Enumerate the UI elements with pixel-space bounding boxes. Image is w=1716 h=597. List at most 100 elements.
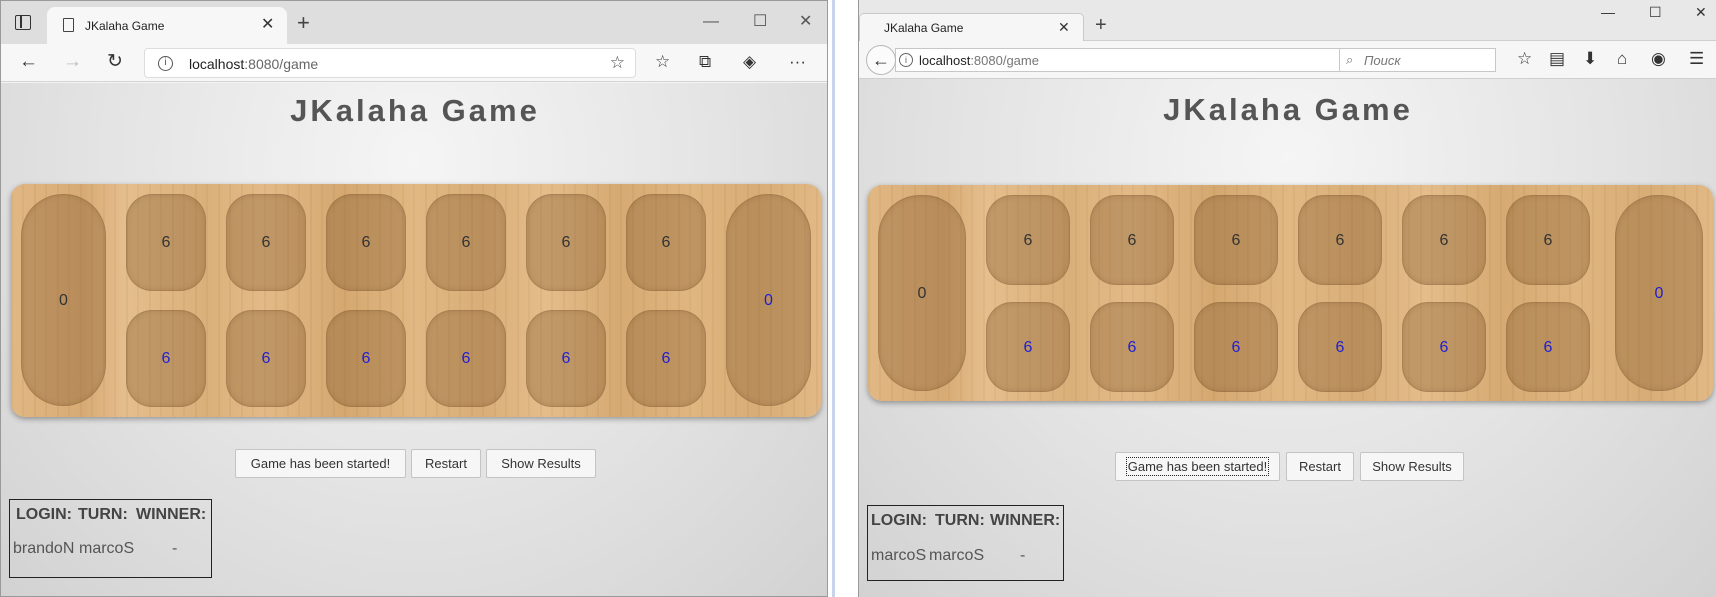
pit-count: 6: [1543, 232, 1553, 249]
info-icon[interactable]: i: [899, 53, 913, 67]
page-icon: [63, 18, 74, 32]
pit-count: 6: [1439, 232, 1449, 249]
winner-header: WINNER:: [990, 512, 1061, 529]
reading-list-icon[interactable]: ▤: [1549, 49, 1565, 69]
pit-count: 6: [561, 234, 571, 251]
minimize-icon[interactable]: —: [1601, 4, 1615, 20]
top-pit[interactable]: 6: [626, 194, 706, 291]
maximize-icon[interactable]: ☐: [753, 13, 767, 31]
top-pit[interactable]: 6: [1402, 195, 1486, 285]
player-info-table: LOGIN: TURN: WINNER: marcoS marcoS -: [867, 505, 1064, 581]
top-pit[interactable]: 6: [1506, 195, 1590, 285]
bottom-pit[interactable]: 6: [1194, 302, 1278, 392]
pit-count: 6: [361, 350, 371, 367]
tab-title: JKalaha Game: [85, 19, 165, 33]
player-info-table: LOGIN: TURN: WINNER: brandoN marcoS -: [9, 499, 212, 578]
new-tab-icon[interactable]: +: [1095, 15, 1107, 35]
bottom-pit[interactable]: 6: [1506, 302, 1590, 392]
top-pit[interactable]: 6: [326, 194, 406, 291]
extension-icon[interactable]: ◈: [743, 52, 756, 72]
show-results-button[interactable]: Show Results: [486, 449, 596, 478]
firefox-page: JKalaha Game 0 0 6 6 6 6 6 6 6 6 6 6 6 6…: [859, 79, 1716, 597]
top-pit[interactable]: 6: [126, 194, 206, 291]
firefox-active-tab[interactable]: JKalaha Game ✕: [859, 13, 1084, 41]
left-store-count: 0: [917, 285, 927, 302]
info-icon[interactable]: i: [158, 56, 173, 71]
bottom-pit[interactable]: 6: [526, 310, 606, 407]
pit-count: 6: [1439, 339, 1449, 356]
search-placeholder: Поиск: [1364, 53, 1401, 68]
download-icon[interactable]: ⬇: [1583, 49, 1597, 69]
left-store-count: 0: [59, 292, 68, 309]
game-status-button[interactable]: Game has been started!: [1115, 452, 1280, 481]
top-pit[interactable]: 6: [426, 194, 506, 291]
restart-label: Restart: [1299, 459, 1341, 474]
tab-title: JKalaha Game: [884, 21, 964, 35]
top-pit[interactable]: 6: [1090, 195, 1174, 285]
pit-count: 6: [661, 350, 671, 367]
forward-icon[interactable]: →: [63, 52, 82, 72]
favorites-icon[interactable]: ☆: [655, 52, 670, 72]
desktop: JKalaha Game ✕ + — ☐ ✕ ← → ↻ i localhost…: [0, 0, 1716, 597]
turn-header: TURN:: [78, 506, 128, 523]
top-pit[interactable]: 6: [986, 195, 1070, 285]
bottom-pit[interactable]: 6: [426, 310, 506, 407]
game-status-label: Game has been started!: [250, 456, 391, 471]
url-text: localhost:8080/game: [919, 53, 1039, 68]
close-icon[interactable]: ✕: [1695, 4, 1707, 21]
login-header: LOGIN:: [871, 512, 927, 529]
bottom-pit[interactable]: 6: [326, 310, 406, 407]
search-input[interactable]: ⌕ Поиск: [1339, 48, 1496, 72]
bottom-pit[interactable]: 6: [986, 302, 1070, 392]
game-status-button[interactable]: Game has been started!: [235, 449, 406, 478]
firefox-nav-bar: i localhost:8080/game ↻ ← ⌕ Поиск ☆ ▤ ⬇ …: [859, 41, 1716, 79]
page-title: JKalaha Game: [1163, 92, 1413, 127]
back-icon[interactable]: ←: [19, 52, 38, 72]
login-value: brandoN: [13, 540, 75, 557]
maximize-icon[interactable]: ☐: [1649, 4, 1662, 21]
turn-value: marcoS: [929, 547, 985, 564]
minimize-icon[interactable]: —: [703, 13, 719, 31]
login-header: LOGIN:: [16, 506, 72, 523]
page-title: JKalaha Game: [290, 93, 540, 128]
pit-count: 6: [261, 234, 271, 251]
login-value: marcoS: [871, 547, 927, 564]
more-icon[interactable]: ···: [789, 52, 806, 72]
close-icon[interactable]: ✕: [799, 13, 812, 31]
top-pit[interactable]: 6: [526, 194, 606, 291]
new-tab-icon[interactable]: +: [297, 12, 310, 34]
bottom-pit[interactable]: 6: [1298, 302, 1382, 392]
bottom-pit[interactable]: 6: [126, 310, 206, 407]
favorite-add-icon[interactable]: ☆: [610, 53, 625, 73]
window-edge: [832, 0, 835, 597]
show-results-button[interactable]: Show Results: [1360, 452, 1464, 481]
address-bar[interactable]: i localhost:8080/game ↻: [895, 48, 1356, 72]
kalaha-board: 0 0 6 6 6 6 6 6 6 6 6 6 6 6: [11, 184, 821, 417]
collections-icon[interactable]: ⧉: [699, 52, 711, 72]
close-icon[interactable]: ✕: [261, 16, 274, 34]
pocket-icon[interactable]: ◉: [1651, 49, 1666, 69]
bottom-pit[interactable]: 6: [626, 310, 706, 407]
menu-icon[interactable]: ☰: [1689, 49, 1704, 69]
back-icon[interactable]: ←: [866, 45, 896, 75]
turn-value: marcoS: [79, 540, 135, 557]
pit-count: 6: [1023, 232, 1033, 249]
bottom-pit[interactable]: 6: [226, 310, 306, 407]
top-pit[interactable]: 6: [1298, 195, 1382, 285]
close-icon[interactable]: ✕: [1058, 19, 1070, 36]
top-pit[interactable]: 6: [1194, 195, 1278, 285]
home-icon[interactable]: ⌂: [1617, 49, 1627, 69]
bottom-pit[interactable]: 6: [1402, 302, 1486, 392]
pit-count: 6: [1023, 339, 1033, 356]
top-pit[interactable]: 6: [226, 194, 306, 291]
tab-actions-icon[interactable]: [15, 15, 31, 30]
edge-active-tab[interactable]: JKalaha Game ✕: [47, 7, 287, 44]
restart-button[interactable]: Restart: [1286, 452, 1354, 481]
restart-button[interactable]: Restart: [411, 449, 481, 478]
turn-header: TURN:: [935, 512, 985, 529]
reload-icon[interactable]: ↻: [107, 52, 123, 72]
star-icon[interactable]: ☆: [1517, 49, 1532, 69]
pit-count: 6: [161, 234, 171, 251]
address-bar[interactable]: i localhost:8080/game ☆: [144, 48, 636, 78]
bottom-pit[interactable]: 6: [1090, 302, 1174, 392]
